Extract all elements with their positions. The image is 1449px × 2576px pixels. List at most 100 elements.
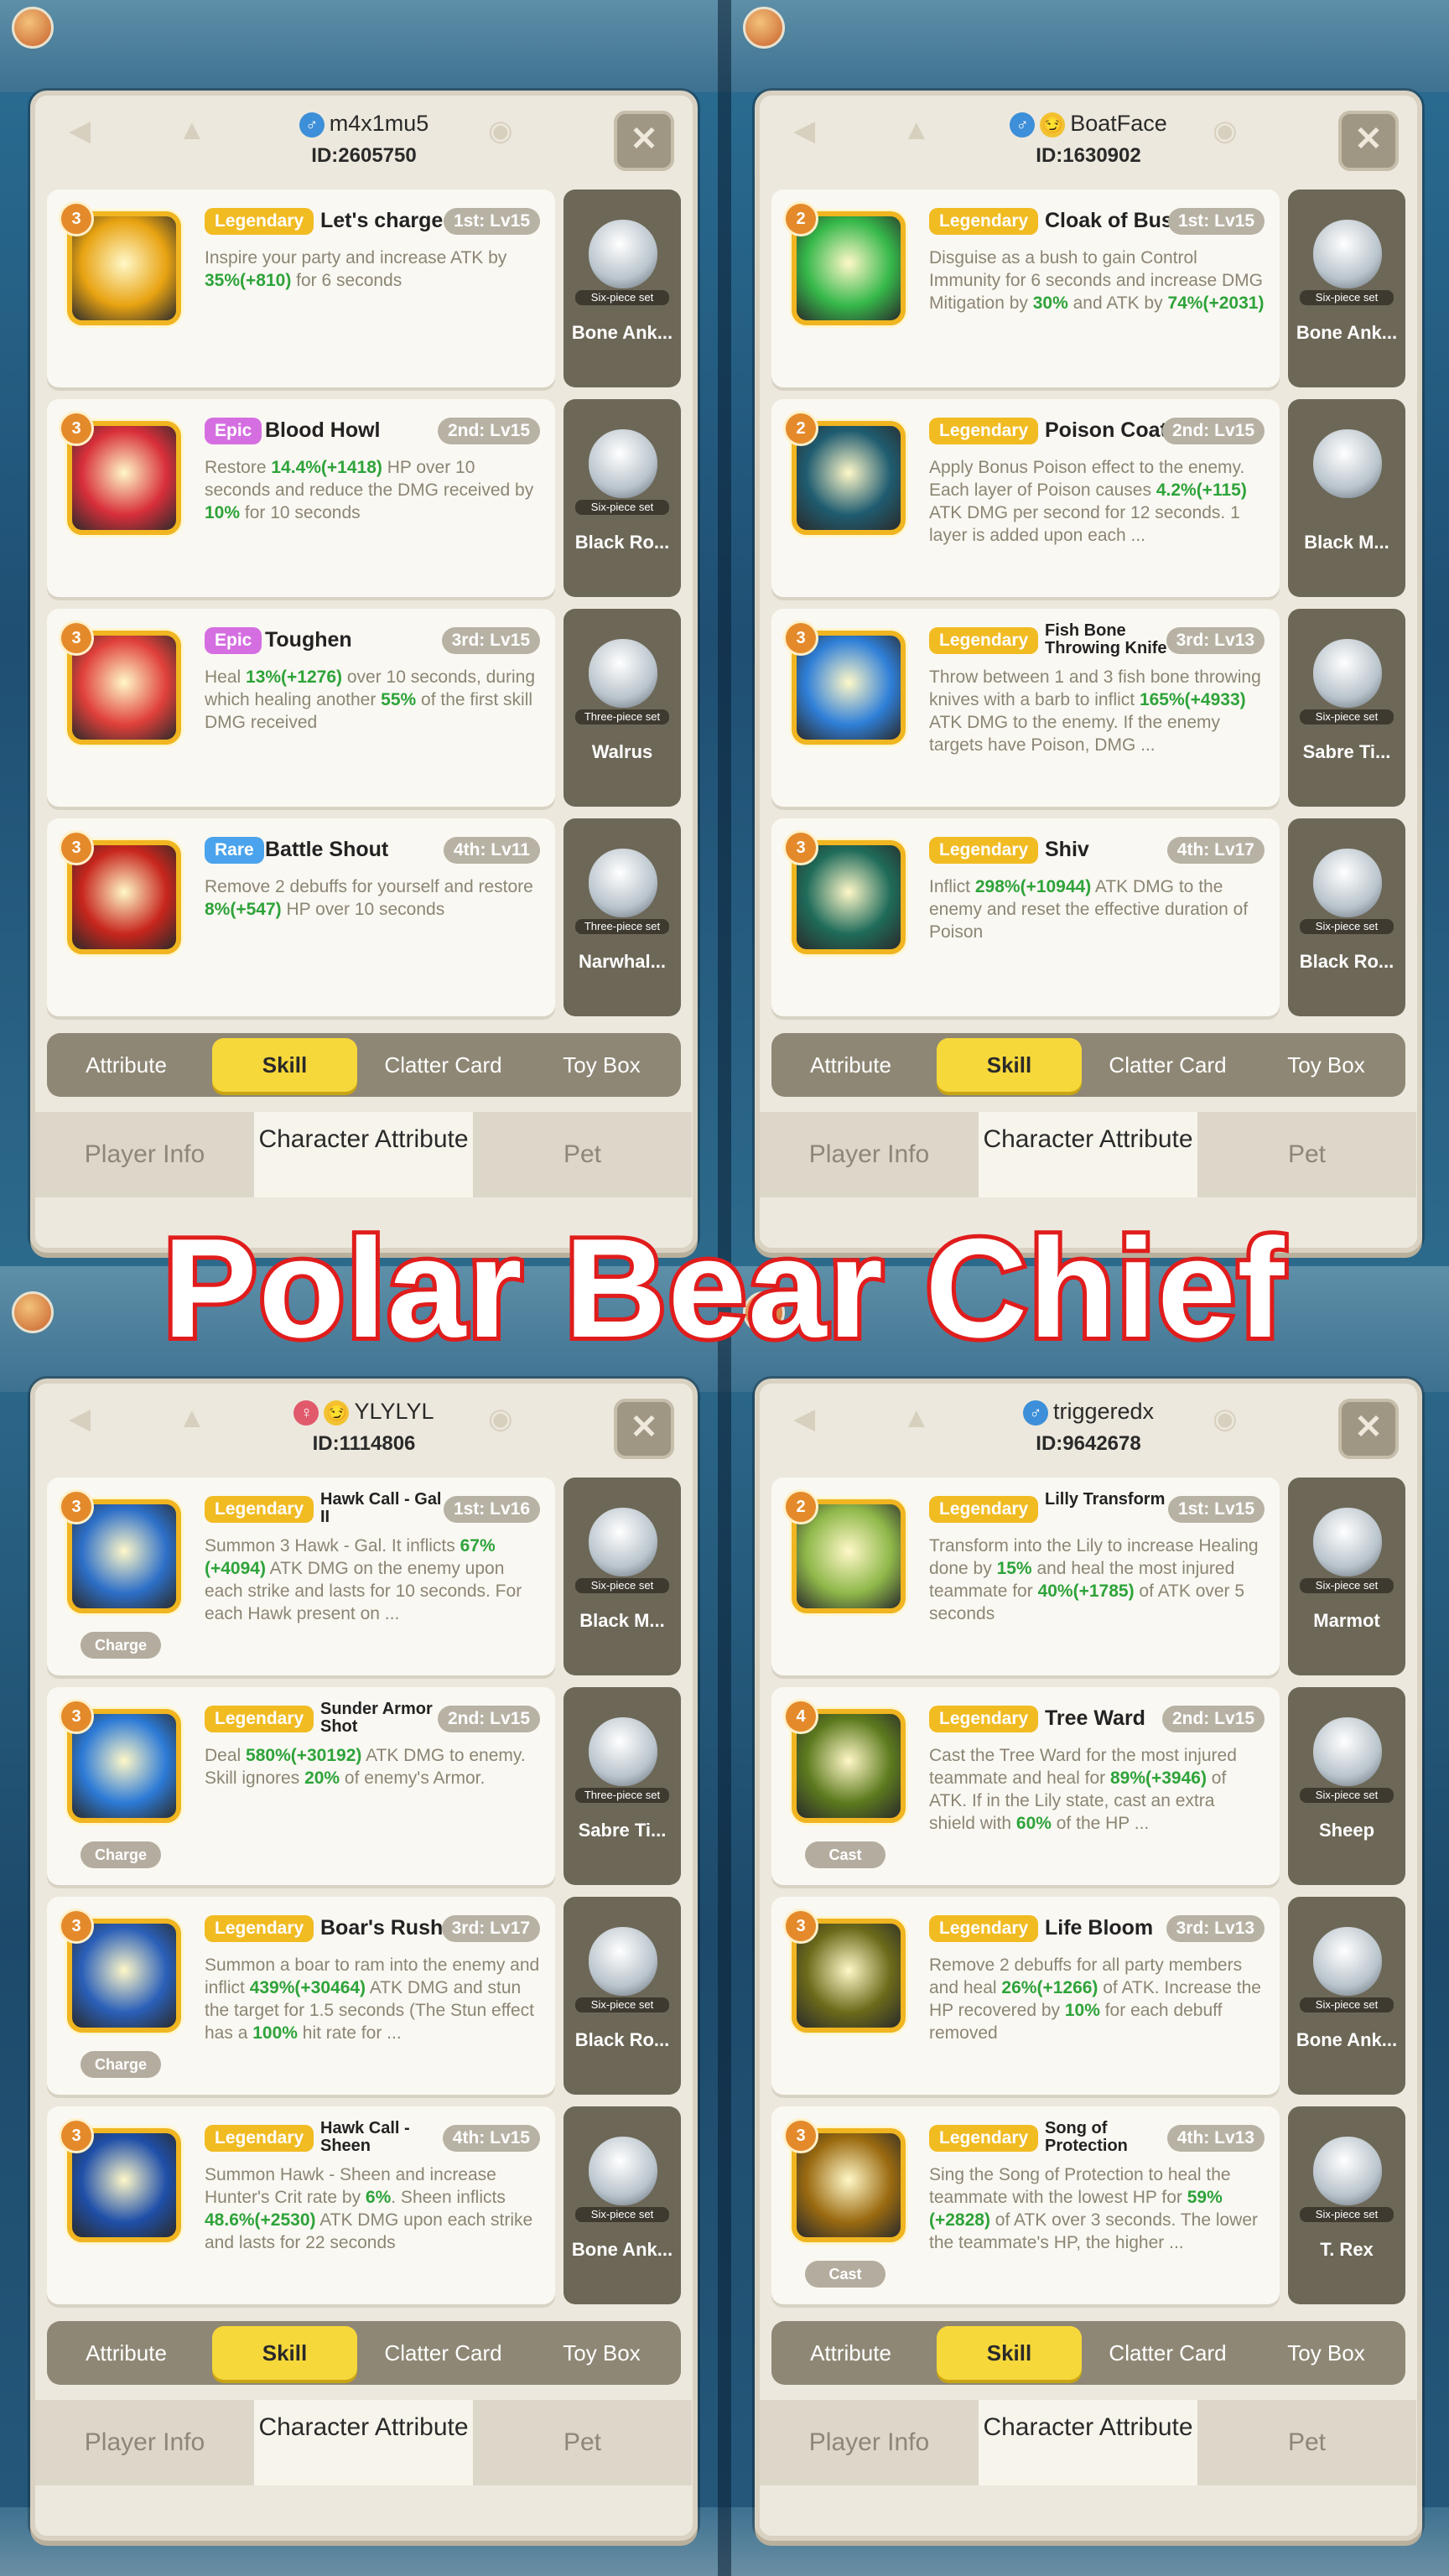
skill-card[interactable]: 2 Legendary Poison Coat 2nd: Lv15 Apply … bbox=[771, 399, 1405, 597]
tab-player-info[interactable]: Player Info bbox=[760, 2400, 979, 2485]
pet-slot[interactable]: Six-piece set Black Ro... bbox=[564, 1897, 681, 2095]
pet-name: Bone Ank... bbox=[571, 322, 673, 343]
pet-set-label: Six-piece set bbox=[575, 1578, 669, 1593]
sub-tab-bar: Attribute Skill Clatter Card Toy Box bbox=[771, 2321, 1405, 2385]
tab-character-attribute[interactable]: Character Attribute bbox=[254, 1112, 473, 1197]
pet-slot[interactable]: Six-piece set Black M... bbox=[564, 1478, 681, 1675]
pet-slot[interactable]: Three-piece set Sabre Ti... bbox=[564, 1687, 681, 1885]
skill-card[interactable]: 3 Epic Toughen 3rd: Lv15 Heal 13%(+1276)… bbox=[47, 609, 681, 807]
skill-card[interactable]: 3 Epic Blood Howl 2nd: Lv15 Restore 14.4… bbox=[47, 399, 681, 597]
gender-male-icon: ♂ bbox=[299, 112, 325, 138]
pet-slot[interactable]: Six-piece set Sabre Ti... bbox=[1288, 609, 1405, 807]
pet-portrait bbox=[589, 1508, 657, 1576]
skill-card[interactable]: 3 Cast Legendary Song of Protection 4th:… bbox=[771, 2106, 1405, 2304]
pet-slot[interactable]: Six-piece set Black Ro... bbox=[1288, 818, 1405, 1016]
pet-portrait bbox=[589, 2137, 657, 2205]
skill-card[interactable]: 3 Rare Battle Shout 4th: Lv11 Remove 2 d… bbox=[47, 818, 681, 1016]
pet-slot[interactable]: Six-piece set Black Ro... bbox=[564, 399, 681, 597]
player-skill-panel: ◀ ▲ ◉ ♂ triggeredx ID:9642678 ✕ 2 Legenda… bbox=[755, 1379, 1422, 2541]
skill-card[interactable]: 3 Legendary Hawk Call - Sheen 4th: Lv15 … bbox=[47, 2106, 681, 2304]
skill-card-body: 2 Legendary Poison Coat 2nd: Lv15 Apply … bbox=[771, 399, 1280, 597]
skill-slot-level: 4th: Lv11 bbox=[443, 837, 540, 864]
pet-slot[interactable]: Six-piece set T. Rex bbox=[1288, 2106, 1405, 2304]
close-icon: ✕ bbox=[630, 1409, 658, 1446]
close-button[interactable]: ✕ bbox=[614, 1399, 674, 1459]
pet-portrait bbox=[1313, 220, 1382, 288]
tab-attribute[interactable]: Attribute bbox=[47, 1033, 205, 1097]
pet-set-label: Three-piece set bbox=[575, 709, 669, 724]
tab-toy-box[interactable]: Toy Box bbox=[522, 1033, 681, 1097]
skill-card[interactable]: 3 Charge Legendary Sunder Armor Shot 2nd… bbox=[47, 1687, 681, 1885]
pet-slot[interactable]: Three-piece set Narwhal... bbox=[564, 818, 681, 1016]
skill-description: Throw between 1 and 3 fish bone throwing… bbox=[929, 667, 1261, 755]
tab-attribute[interactable]: Attribute bbox=[771, 1033, 930, 1097]
pet-slot[interactable]: Six-piece set Bone Ank... bbox=[1288, 1897, 1405, 2095]
skill-level-badge: 3 bbox=[59, 621, 94, 656]
tab-pet[interactable]: Pet bbox=[1197, 1112, 1416, 1197]
rarity-tag: Legendary bbox=[929, 837, 1039, 864]
tab-character-attribute[interactable]: Character Attribute bbox=[254, 2400, 473, 2485]
skill-card[interactable]: 3 Legendary Life Bloom 3rd: Lv13 Remove … bbox=[771, 1897, 1405, 2095]
tab-skill[interactable]: Skill bbox=[212, 2326, 357, 2380]
pet-slot[interactable]: Three-piece set Walrus bbox=[564, 609, 681, 807]
tab-pet[interactable]: Pet bbox=[473, 1112, 692, 1197]
skill-card[interactable]: 3 Charge Legendary Boar's Rush 3rd: Lv17… bbox=[47, 1897, 681, 2095]
player-skill-panel: ◀ ▲ ◉ ♂ m4x1mu5 ID:2605750 ✕ 3 Legendary … bbox=[30, 91, 698, 1253]
pet-slot[interactable]: Six-piece set Sheep bbox=[1288, 1687, 1405, 1885]
rarity-tag: Legendary bbox=[929, 2125, 1039, 2152]
tab-attribute[interactable]: Attribute bbox=[47, 2321, 205, 2385]
pet-name: Walrus bbox=[591, 741, 653, 762]
tab-clatter-card[interactable]: Clatter Card bbox=[1088, 2321, 1247, 2385]
pet-set-label: Six-piece set bbox=[1300, 919, 1394, 934]
tab-toy-box[interactable]: Toy Box bbox=[1247, 1033, 1405, 1097]
tab-pet[interactable]: Pet bbox=[1197, 2400, 1416, 2485]
tab-clatter-card[interactable]: Clatter Card bbox=[364, 2321, 522, 2385]
skill-card[interactable]: 2 Legendary Lilly Transform 1st: Lv15 Tr… bbox=[771, 1478, 1405, 1675]
tab-toy-box[interactable]: Toy Box bbox=[1247, 2321, 1405, 2385]
tab-skill[interactable]: Skill bbox=[937, 2326, 1082, 2380]
tab-player-info[interactable]: Player Info bbox=[35, 1112, 254, 1197]
skill-name: Battle Shout bbox=[265, 838, 389, 861]
skill-type-badge: Cast bbox=[805, 1841, 886, 1868]
skill-card[interactable]: 2 Legendary Cloak of Bush 1st: Lv15 Disg… bbox=[771, 190, 1405, 387]
tab-character-attribute[interactable]: Character Attribute bbox=[979, 2400, 1197, 2485]
pet-slot[interactable]: Six-piece set Bone Ank... bbox=[564, 2106, 681, 2304]
close-button[interactable]: ✕ bbox=[1338, 111, 1399, 171]
skill-card[interactable]: 4 Cast Legendary Tree Ward 2nd: Lv15 Cas… bbox=[771, 1687, 1405, 1885]
skill-card[interactable]: 3 Legendary Shiv 4th: Lv17 Inflict 298%(… bbox=[771, 818, 1405, 1016]
pet-slot[interactable]: Black M... bbox=[1288, 399, 1405, 597]
skill-level-badge: 3 bbox=[59, 2118, 94, 2153]
tab-player-info[interactable]: Player Info bbox=[35, 2400, 254, 2485]
pet-slot[interactable]: Six-piece set Bone Ank... bbox=[1288, 190, 1405, 387]
tab-character-attribute[interactable]: Character Attribute bbox=[979, 1112, 1197, 1197]
tab-toy-box[interactable]: Toy Box bbox=[522, 2321, 681, 2385]
tab-attribute[interactable]: Attribute bbox=[771, 2321, 930, 2385]
main-tab-bar: Player Info Character Attribute Pet bbox=[35, 1112, 693, 1197]
skill-card-body: 3 Legendary Fish Bone Throwing Knife 3rd… bbox=[771, 609, 1280, 807]
close-button[interactable]: ✕ bbox=[614, 111, 674, 171]
tab-player-info[interactable]: Player Info bbox=[760, 1112, 979, 1197]
skill-level-badge: 3 bbox=[59, 1699, 94, 1734]
close-button[interactable]: ✕ bbox=[1338, 1399, 1399, 1459]
pet-set-label: Six-piece set bbox=[1300, 1578, 1394, 1593]
skill-slot-level: 2nd: Lv15 bbox=[1161, 1706, 1265, 1732]
player-skill-panel: ◀ ▲ ◉ ♂ 😏 BoatFace ID:1630902 ✕ 2 Legendar… bbox=[755, 91, 1422, 1253]
skill-card[interactable]: 3 Charge Legendary Hawk Call - Gal II 1s… bbox=[47, 1478, 681, 1675]
tab-skill[interactable]: Skill bbox=[212, 1038, 357, 1092]
rarity-tag: Legendary bbox=[929, 1915, 1039, 1942]
tab-clatter-card[interactable]: Clatter Card bbox=[1088, 1033, 1247, 1097]
rarity-tag: Legendary bbox=[205, 1706, 314, 1732]
skill-card[interactable]: 3 Legendary Let's charge 1st: Lv15 Inspi… bbox=[47, 190, 681, 387]
skill-card[interactable]: 3 Legendary Fish Bone Throwing Knife 3rd… bbox=[771, 609, 1405, 807]
pet-slot[interactable]: Six-piece set Bone Ank... bbox=[564, 190, 681, 387]
skill-card-body: 2 Legendary Lilly Transform 1st: Lv15 Tr… bbox=[771, 1478, 1280, 1675]
skill-slot-level: 3rd: Lv13 bbox=[1166, 627, 1265, 654]
tab-skill[interactable]: Skill bbox=[937, 1038, 1082, 1092]
skill-slot-level: 2nd: Lv15 bbox=[1161, 418, 1265, 444]
tab-pet[interactable]: Pet bbox=[473, 2400, 692, 2485]
pet-slot[interactable]: Six-piece set Marmot bbox=[1288, 1478, 1405, 1675]
player-skill-panel: ◀ ▲ ◉ ♀ 😏 YLYLYL ID:1114806 ✕ 3 Charge Leg… bbox=[30, 1379, 698, 2541]
pet-name: Bone Ank... bbox=[1296, 2029, 1398, 2050]
tab-clatter-card[interactable]: Clatter Card bbox=[364, 1033, 522, 1097]
panel-header: ◀ ▲ ◉ ♂ 😏 BoatFace ID:1630902 ✕ bbox=[760, 96, 1417, 179]
